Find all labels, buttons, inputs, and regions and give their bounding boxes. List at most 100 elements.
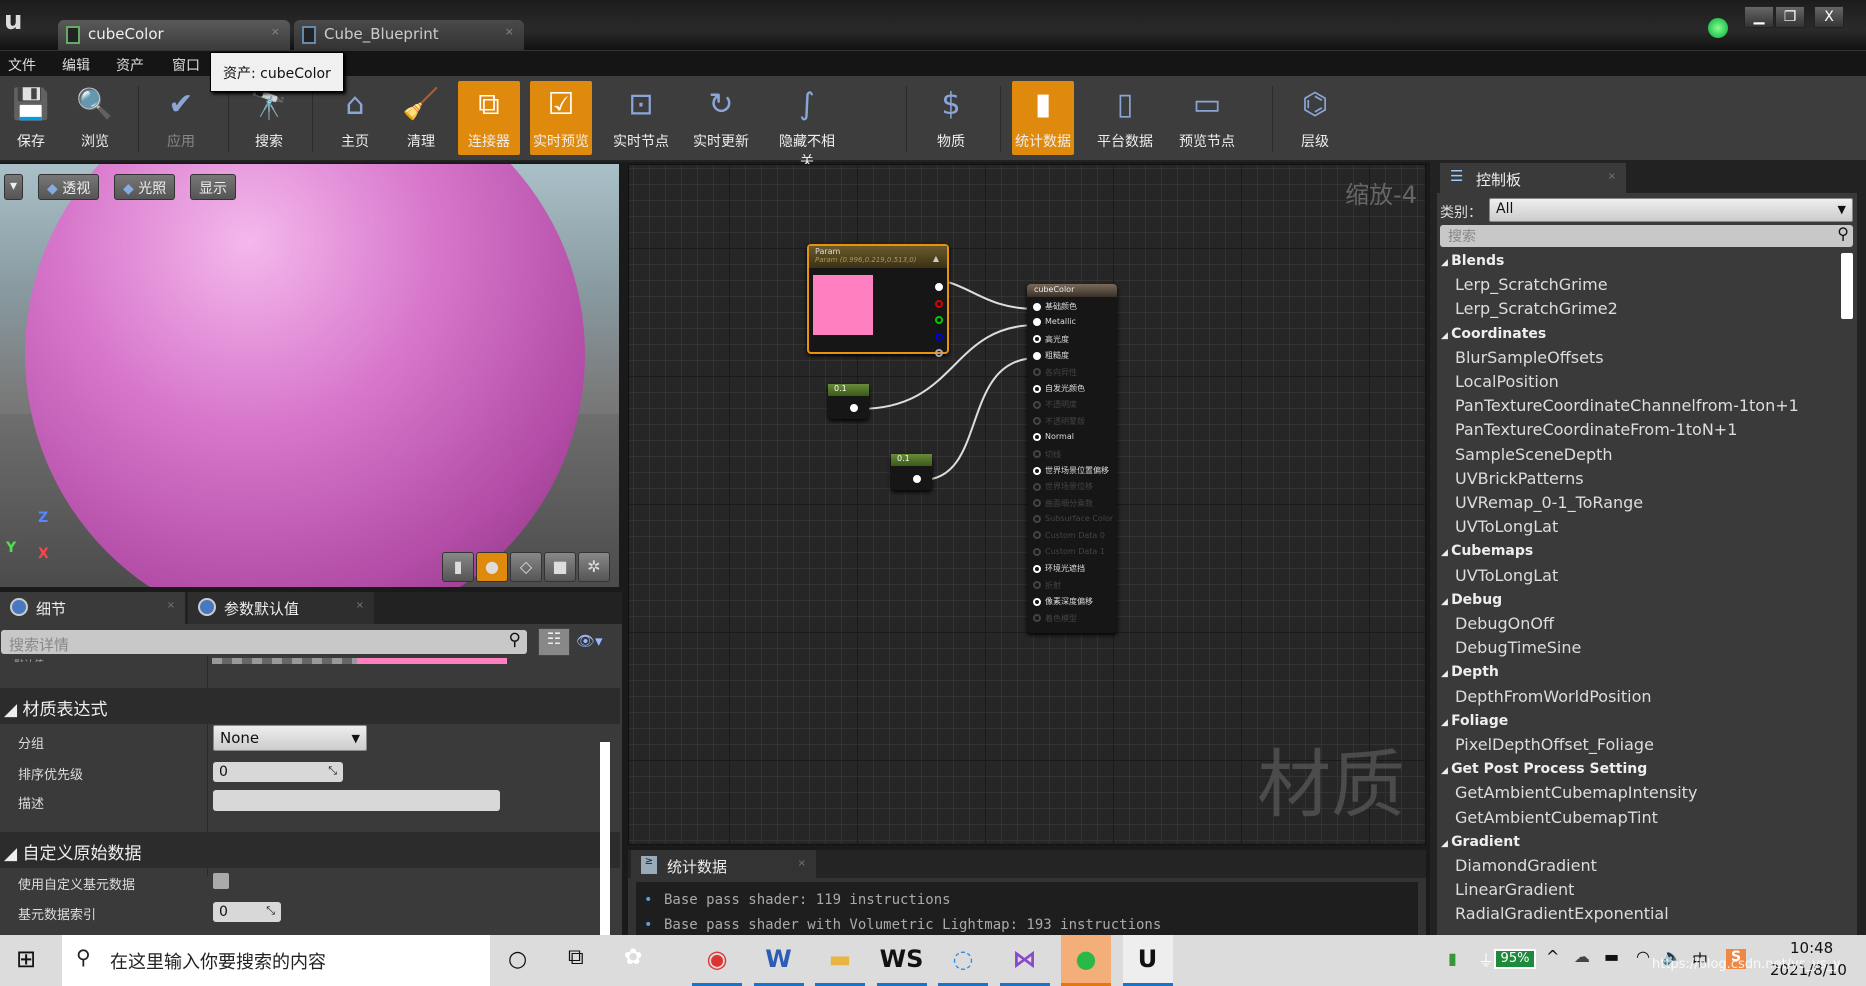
result-node[interactable]: cubeColor 基础颜色 Metallic 高光度 粗糙度 各向异性 自发光颜色 不透明… (1027, 284, 1117, 633)
primitive-index-input[interactable]: 0 ⤡ (213, 902, 281, 922)
close-button[interactable]: X (1814, 6, 1844, 28)
palette-search-input[interactable]: 搜索 ⚲ (1440, 224, 1853, 247)
input-pin[interactable]: 高光度 (1033, 334, 1069, 345)
palette-category[interactable]: ◢ Foliage (1441, 713, 1508, 729)
show-button[interactable]: 显示 (190, 174, 236, 200)
output-pin[interactable] (850, 404, 858, 412)
toolbar-button-hide-unrelated[interactable]: ∫ 隐藏不相关 (776, 81, 838, 170)
maximize-button[interactable]: ❐ (1775, 6, 1805, 28)
power-icon[interactable]: ▬ (1604, 947, 1619, 966)
palette-item[interactable]: DiamondGradient (1455, 856, 1597, 875)
palette-item[interactable]: UVToLongLat (1455, 566, 1558, 585)
visual-studio-icon[interactable]: ⋈ (999, 935, 1050, 986)
menu-file[interactable]: 文件 (8, 55, 36, 75)
section-custom-primitive-data[interactable]: ◢ 自定义原始数据 (0, 832, 620, 868)
tab-stats[interactable]: ≥ 统计数据 × (631, 850, 816, 880)
menu-window[interactable]: 窗口 (172, 55, 200, 75)
output-pin-a[interactable] (935, 342, 943, 361)
description-input[interactable] (213, 790, 500, 811)
tab-palette[interactable]: ☰ 控制板 × (1440, 163, 1626, 193)
tab-parameter-defaults[interactable]: 参数默认值 × (188, 592, 374, 624)
toolbar-button-home[interactable]: ⌂ 主页 (324, 81, 386, 155)
toolbar-button-apply[interactable]: ✔ 应用 (150, 81, 212, 155)
toolbar-button-connector[interactable]: ⧉ 连接器 (458, 81, 520, 155)
task-view-icon[interactable]: ⧉ (568, 945, 584, 970)
toolbar-button-browse[interactable]: 🔍 浏览 (64, 81, 126, 155)
battery-indicator[interactable]: 95% (1494, 949, 1536, 969)
param-node[interactable]: Param Param (0.996,0.219,0.513,0) ▲ (807, 244, 949, 357)
palette-item[interactable]: BlurSampleOffsets (1455, 348, 1604, 367)
cortana-icon[interactable]: ○ (508, 947, 527, 972)
pinwheel-icon[interactable]: ✿ (624, 945, 642, 970)
lighting-button[interactable]: ◆ 光照 (114, 174, 176, 200)
toolbar-button-live-update[interactable]: ↻ 实时更新 (690, 81, 752, 155)
unreal-engine-icon[interactable]: U (1122, 935, 1173, 986)
palette-item[interactable]: UVToLongLat (1455, 517, 1558, 536)
perspective-button[interactable]: ◆ 透视 (38, 174, 100, 200)
toolbar-button-clean[interactable]: 🧹 清理 (390, 81, 452, 155)
minimize-button[interactable]: ▁ (1744, 6, 1774, 28)
palette-category[interactable]: ◢ Blends (1441, 253, 1504, 269)
input-pin[interactable]: 像素深度偏移 (1033, 596, 1093, 607)
palette-category[interactable]: ◢ Debug (1441, 592, 1502, 608)
palette-scrollbar[interactable] (1841, 253, 1853, 319)
toolbar-button-live-preview[interactable]: ☑ 实时预览 (530, 81, 592, 155)
close-tab-icon[interactable]: × (798, 858, 806, 869)
output-pin[interactable] (913, 475, 921, 483)
constant-node-1[interactable]: 0.1 (828, 384, 869, 419)
palette-item[interactable]: DebugTimeSine (1455, 638, 1581, 657)
section-material-expression[interactable]: ◢ 材质表达式 (0, 688, 620, 724)
tab-cube-blueprint[interactable]: Cube_Blueprint × (294, 20, 524, 50)
word-icon[interactable]: W (753, 935, 804, 986)
palette-item[interactable]: RadialGradientExponential (1455, 904, 1669, 923)
toolbar-button-stats[interactable]: ▮ 统计数据 (1012, 81, 1074, 155)
sort-priority-input[interactable]: 0 ⤡ (213, 762, 343, 782)
input-pin[interactable]: 世界场景位置偏移 (1033, 465, 1109, 476)
input-pin[interactable]: 粗糙度 (1033, 350, 1069, 361)
palette-item[interactable]: GetAmbientCubemapTint (1455, 808, 1658, 827)
details-search-input[interactable]: 搜索详情 ⚲ (1, 630, 527, 654)
details-scrollbar[interactable] (600, 742, 610, 935)
palette-item[interactable]: Lerp_ScratchGrime (1455, 275, 1608, 294)
spin-icon[interactable]: ⤡ (328, 764, 337, 778)
wechat-icon[interactable]: ● (1061, 935, 1111, 986)
palette-item[interactable]: Lerp_ScratchGrime2 (1455, 299, 1618, 318)
palette-category[interactable]: ◢ Coordinates (1441, 326, 1546, 342)
chevron-up-icon[interactable]: ^ (1546, 947, 1559, 966)
chrome-icon[interactable]: ◉ (692, 935, 742, 986)
close-tab-icon[interactable]: × (167, 600, 175, 611)
group-dropdown[interactable]: None ▼ (213, 725, 367, 751)
input-pin[interactable]: 自发光颜色 (1033, 383, 1085, 394)
toolbar-button-preview-node[interactable]: ▭ 预览节点 (1176, 81, 1238, 155)
palette-item[interactable]: PanTextureCoordinateFrom-1toN+1 (1455, 420, 1737, 439)
palette-item[interactable]: UVRemap_0-1_ToRange (1455, 493, 1643, 512)
close-tab-icon[interactable]: × (356, 600, 364, 611)
constant-node-2[interactable]: 0.1 (891, 454, 932, 490)
sphere-preview-icon[interactable]: ● (476, 552, 508, 582)
close-tab-icon[interactable]: × (271, 25, 280, 38)
spin-icon[interactable]: ⤡ (266, 904, 275, 918)
category-dropdown[interactable]: All ▼ (1489, 198, 1853, 222)
palette-item[interactable]: LocalPosition (1455, 372, 1559, 391)
viewport-menu-button[interactable]: ▾ (4, 174, 24, 200)
onedrive-icon[interactable]: ☁ (1574, 947, 1590, 966)
qq-browser-icon[interactable]: ◌ (938, 935, 988, 986)
toolbar-button-platform-stats[interactable]: ▯ 平台数据 (1094, 81, 1156, 155)
usb-icon[interactable]: ▮ (1448, 949, 1457, 968)
menu-edit[interactable]: 编辑 (62, 55, 90, 75)
input-pin[interactable]: 环境光遮挡 (1033, 563, 1085, 574)
teapot-preview-icon[interactable]: ✲ (578, 552, 610, 582)
toolbar-button-hierarchy[interactable]: ⌬ 层级 (1284, 81, 1346, 155)
taskbar-search-input[interactable]: ⚲ 在这里输入你要搜索的内容 (62, 935, 490, 986)
palette-item[interactable]: PanTextureCoordinateChannelfrom-1ton+1 (1455, 396, 1799, 415)
palette-category[interactable]: ◢ Gradient (1441, 834, 1520, 850)
collapse-icon[interactable]: ▲ (933, 254, 939, 263)
palette-item[interactable]: UVBrickPatterns (1455, 469, 1584, 488)
close-tab-icon[interactable]: × (505, 25, 514, 38)
toolbar-button-live-nodes[interactable]: ⊡ 实时节点 (610, 81, 672, 155)
clock-time[interactable]: 10:48 (1790, 939, 1833, 957)
palette-item[interactable]: DebugOnOff (1455, 614, 1554, 633)
preview-viewport[interactable]: ▾ ◆ 透视 ◆ 光照 显示 Z X Y ▮ ● ◇ ■ ✲ (0, 164, 619, 587)
input-pin[interactable]: 基础颜色 (1033, 301, 1077, 312)
palette-item[interactable]: GetAmbientCubemapIntensity (1455, 783, 1697, 802)
